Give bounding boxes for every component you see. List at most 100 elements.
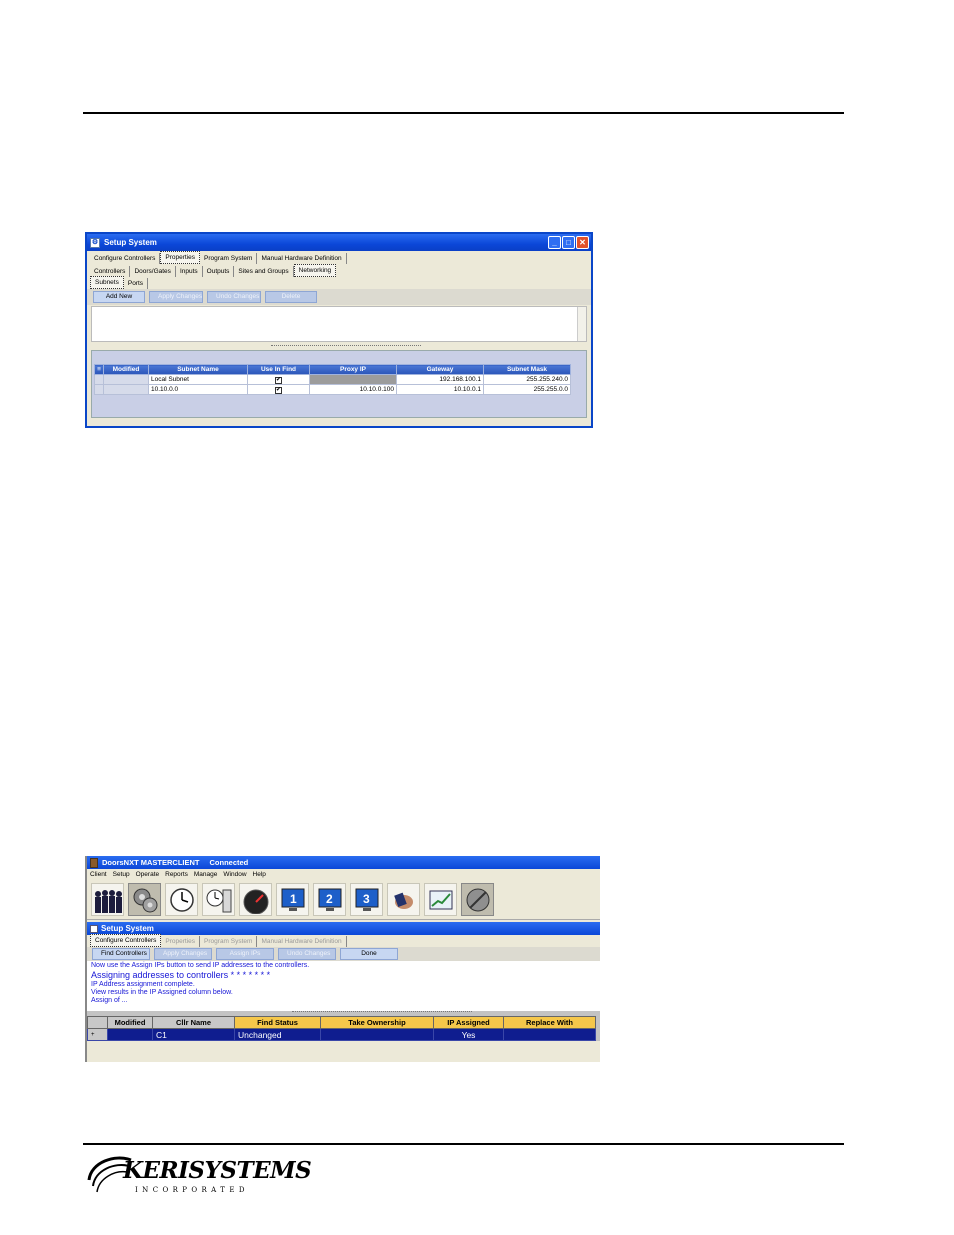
monitor-3-button[interactable]: 3 (350, 883, 383, 916)
column-find-status[interactable]: Find Status (234, 1016, 321, 1029)
reports-chart-button[interactable] (424, 883, 457, 916)
main-toolbar: 1 2 3 (87, 880, 600, 920)
tab-sites-and-groups[interactable]: Sites and Groups (234, 266, 294, 277)
row-selector[interactable] (94, 384, 104, 395)
svg-text:3: 3 (363, 892, 370, 906)
tab-properties[interactable]: Properties (161, 936, 201, 947)
row-selector[interactable] (94, 374, 104, 385)
menu-operate[interactable]: Operate (136, 871, 160, 878)
message-scrollbar[interactable] (577, 307, 586, 341)
tab-outputs[interactable]: Outputs (203, 266, 235, 277)
tab-program-system[interactable]: Program System (200, 936, 258, 947)
menu-setup[interactable]: Setup (113, 871, 130, 878)
users-button[interactable] (91, 883, 124, 916)
splitter[interactable] (91, 343, 587, 349)
schedule-button[interactable] (165, 883, 198, 916)
expand-row-icon[interactable]: + (87, 1028, 108, 1041)
cell-gateway[interactable]: 10.10.0.1 (396, 384, 484, 395)
close-icon[interactable]: ✕ (576, 236, 589, 249)
add-new-button[interactable]: Add New (93, 291, 145, 303)
column-cllr-name[interactable]: Cllr Name (152, 1016, 235, 1029)
cell-use-in-find[interactable]: ✔ (247, 374, 310, 385)
cell-replace-with[interactable] (503, 1028, 596, 1041)
row-selector-header[interactable] (87, 1016, 108, 1029)
find-controllers-button[interactable]: Find Controllers (92, 948, 150, 960)
sound-button[interactable] (461, 883, 494, 916)
use-in-find-checkbox[interactable]: ✔ (275, 376, 282, 384)
row-selector-header[interactable]: ≡ (94, 364, 104, 375)
message-line: Assigning addresses to controllers * * *… (91, 970, 271, 980)
cell-subnet-name[interactable]: 10.10.0.0 (148, 384, 248, 395)
column-modified[interactable]: Modified (103, 364, 149, 375)
footer-rule (83, 1143, 844, 1145)
column-proxy-ip[interactable]: Proxy IP (309, 364, 397, 375)
menu-window[interactable]: Window (223, 871, 246, 878)
logo-subtitle: INCORPORATED (135, 1186, 249, 1194)
cell-cllr-name[interactable]: C1 (152, 1028, 235, 1041)
menu-manage[interactable]: Manage (194, 871, 218, 878)
cell-gateway[interactable]: 192.168.100.1 (396, 374, 484, 385)
table-row[interactable]: + C1 Unchanged Yes (87, 1028, 596, 1041)
configure-toolbar: Find Controllers Apply Changes Assign IP… (87, 947, 600, 961)
minimize-icon[interactable]: _ (548, 236, 561, 249)
column-use-in-find[interactable]: Use In Find (247, 364, 310, 375)
tab-subnets[interactable]: Subnets (90, 276, 124, 289)
cell-modified[interactable] (103, 374, 149, 385)
column-subnet-name[interactable]: Subnet Name (148, 364, 248, 375)
clock-door-icon (206, 889, 231, 912)
assign-ips-button[interactable]: Assign IPs (216, 948, 274, 960)
column-subnet-mask[interactable]: Subnet Mask (483, 364, 571, 375)
cell-subnet-mask[interactable]: 255.255.0.0 (483, 384, 571, 395)
tab-configure-controllers[interactable]: Configure Controllers (90, 934, 162, 947)
monitor-speed-button[interactable] (239, 883, 272, 916)
cell-subnet-mask[interactable]: 255.255.240.0 (483, 374, 571, 385)
table-row[interactable]: 10.10.0.0 ✔ 10.10.0.100 10.10.0.1 255.25… (94, 384, 571, 395)
menu-client[interactable]: Client (90, 871, 107, 878)
done-button[interactable]: Done (340, 948, 398, 960)
tab-ports[interactable]: Ports (124, 278, 149, 289)
column-modified[interactable]: Modified (107, 1016, 153, 1029)
cell-proxy-ip[interactable] (309, 374, 397, 385)
timezone-door-button[interactable] (202, 883, 235, 916)
column-take-ownership[interactable]: Take Ownership (320, 1016, 434, 1029)
cell-use-in-find[interactable]: ✔ (247, 384, 310, 395)
cell-ip-assigned[interactable]: Yes (433, 1028, 504, 1041)
tab-manual-hardware-definition[interactable]: Manual Hardware Definition (257, 936, 347, 947)
status-messages: Now use the Assign IPs button to send IP… (87, 961, 600, 1011)
use-in-find-checkbox[interactable]: ✔ (275, 386, 282, 394)
apply-changes-button[interactable]: Apply Changes (154, 948, 212, 960)
tab-doors-gates[interactable]: Doors/Gates (130, 266, 176, 277)
column-gateway[interactable]: Gateway (396, 364, 484, 375)
apply-changes-button[interactable]: Apply Changes (149, 291, 203, 303)
setup-button[interactable] (128, 883, 161, 916)
cell-find-status[interactable]: Unchanged (234, 1028, 321, 1041)
tab-networking[interactable]: Networking (293, 264, 337, 277)
table-row[interactable]: Local Subnet ✔ 192.168.100.1 255.255.240… (94, 374, 571, 385)
monitor-1-button[interactable]: 1 (276, 883, 309, 916)
tab-program-system[interactable]: Program System (200, 253, 258, 264)
cell-modified[interactable] (103, 384, 149, 395)
app-title-bar[interactable]: DoorsNXT MASTERCLIENT Connected (87, 856, 600, 869)
column-replace-with[interactable]: Replace With (503, 1016, 596, 1029)
undo-changes-button[interactable]: Undo Changes (278, 948, 336, 960)
cell-subnet-name[interactable]: Local Subnet (148, 374, 248, 385)
menu-bar: Client Setup Operate Reports Manage Wind… (87, 869, 600, 880)
tab-inputs[interactable]: Inputs (176, 266, 203, 277)
menu-reports[interactable]: Reports (165, 871, 188, 878)
maximize-icon[interactable]: □ (562, 236, 575, 249)
cell-modified[interactable] (107, 1028, 153, 1041)
column-ip-assigned[interactable]: IP Assigned (433, 1016, 504, 1029)
cell-proxy-ip[interactable]: 10.10.0.100 (309, 384, 397, 395)
tab-manual-hardware-definition[interactable]: Manual Hardware Definition (257, 253, 347, 264)
cell-take-ownership[interactable] (320, 1028, 434, 1041)
setup-system-title-bar[interactable]: Setup System (87, 922, 600, 935)
users-icon (94, 889, 122, 913)
undo-changes-button[interactable]: Undo Changes (207, 291, 261, 303)
card-reader-button[interactable] (387, 883, 420, 916)
delete-button[interactable]: Delete (265, 291, 317, 303)
menu-help[interactable]: Help (253, 871, 266, 878)
tab-properties[interactable]: Properties (160, 251, 201, 264)
monitor-2-button[interactable]: 2 (313, 883, 346, 916)
title-bar[interactable]: ⚙ Setup System (87, 234, 591, 251)
tab-configure-controllers[interactable]: Configure Controllers (90, 253, 161, 264)
